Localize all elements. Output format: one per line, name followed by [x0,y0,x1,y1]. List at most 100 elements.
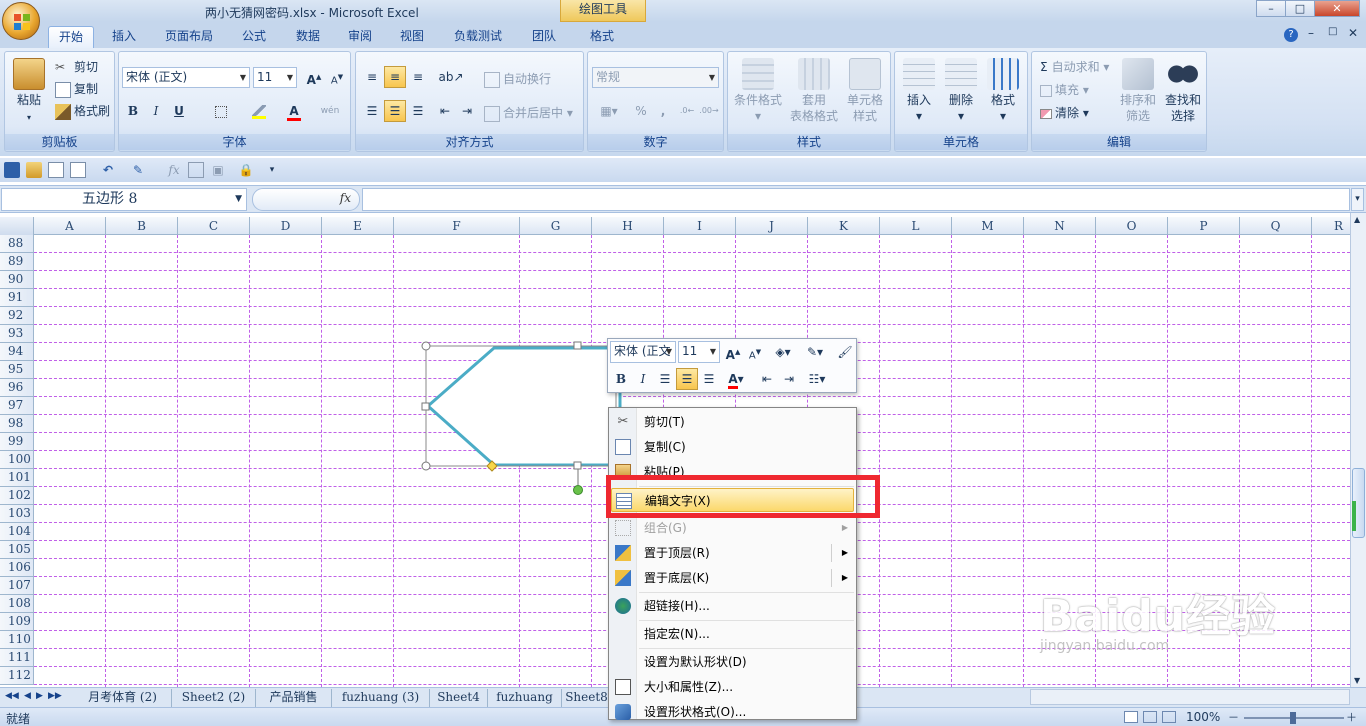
cut-button[interactable]: ✂ 剪切 [55,58,98,76]
tab-team[interactable]: 团队 [524,26,564,48]
print-preview-icon[interactable] [48,162,64,178]
clear-button[interactable]: 清除 ▾ [1040,104,1089,121]
mini-outdent-icon[interactable]: ⇤ [756,368,778,390]
percent-button[interactable]: % [630,100,652,122]
save-icon[interactable] [4,162,20,178]
row-header[interactable]: 105 [0,541,34,559]
office-button[interactable] [2,2,40,40]
open-folder-icon[interactable] [26,162,42,178]
help-icon[interactable]: ? [1284,28,1298,42]
sort-filter-button[interactable]: 排序和 筛选 [1116,58,1160,124]
sheet-tab[interactable]: Sheet8 [562,689,612,707]
resize-handle[interactable] [421,341,431,351]
resize-handle[interactable] [421,402,430,411]
tab-formulas[interactable]: 公式 [232,26,276,48]
normal-view-icon[interactable] [1124,711,1138,723]
align-right-button[interactable]: ☰ [407,100,429,122]
orientation-button[interactable]: ab↗ [436,66,466,88]
row-header[interactable]: 111 [0,649,34,667]
comma-button[interactable]: , [652,100,674,122]
resize-handle[interactable] [573,461,582,470]
zoom-level[interactable]: 100% [1186,710,1220,724]
sheet-tab[interactable]: fuzhuang (3) [332,689,430,707]
minimize-button[interactable]: – [1256,0,1286,17]
first-sheet-icon[interactable]: ◀◀ [5,691,19,701]
find-select-button[interactable]: 查找和 选择 [1160,58,1206,124]
prev-sheet-icon[interactable]: ◀ [24,691,31,701]
mini-align-center-icon[interactable]: ☰ [676,368,698,390]
format-painter-button[interactable]: 格式刷 [55,102,110,120]
mini-font-select[interactable]: 宋体 (正文 ▼ [610,341,676,363]
column-header[interactable]: O [1096,217,1168,235]
sheet-tab[interactable]: fuzhuang [488,689,562,707]
tab-load-test[interactable]: 负载测试 [444,26,512,48]
resize-handle[interactable] [421,461,431,471]
mini-format-painter-icon[interactable]: 🖌 [834,341,856,363]
column-header[interactable]: N [1024,217,1096,235]
increase-decimal-button[interactable]: .0← [676,100,698,122]
row-header[interactable]: 103 [0,505,34,523]
vertical-scrollbar[interactable]: ▲ ▼ [1350,213,1366,687]
row-header[interactable]: 106 [0,559,34,577]
menu-item-bring-to-front[interactable]: 置于顶层(R) ▶ [611,541,854,565]
mini-font-color-button[interactable]: A▾ [721,368,751,390]
function-icon[interactable]: fx [166,162,182,178]
mini-fill-icon[interactable]: ◈▾ [768,341,798,363]
ribbon-restore-button[interactable]: □ [1328,26,1337,37]
font-name-select[interactable]: 宋体 (正文) ▼ [122,67,250,88]
sheet-tab[interactable]: 月考体育 (2) [74,689,172,707]
column-header[interactable]: G [520,217,592,235]
format-as-table-button[interactable]: 套用 表格格式 [786,58,842,124]
sheet-tab[interactable]: Sheet4 [430,689,488,707]
row-header[interactable]: 104 [0,523,34,541]
page-layout-view-icon[interactable] [1143,711,1157,723]
column-header[interactable]: A [34,217,106,235]
expand-formula-bar-icon[interactable]: ▾ [1351,188,1364,211]
number-format-select[interactable]: 常规 ▼ [592,67,719,88]
menu-item-send-to-back[interactable]: 置于底层(K) ▶ [611,566,854,590]
row-header[interactable]: 98 [0,415,34,433]
column-header[interactable]: C [178,217,250,235]
undo-icon[interactable]: ↶ [100,162,116,178]
scroll-up-icon[interactable]: ▲ [1354,215,1360,224]
mini-align-right-icon[interactable]: ☰ [698,368,720,390]
format-cells-button[interactable]: 格式 ▾ [983,58,1023,124]
fill-button[interactable]: 填充 ▾ [1040,81,1089,98]
sheet-tab[interactable]: Sheet2 (2) [172,689,256,707]
close-button[interactable]: ✕ [1314,0,1360,17]
align-top-button[interactable]: ≡ [361,66,383,88]
tab-data[interactable]: 数据 [286,26,330,48]
underline-button[interactable]: U [168,100,190,122]
menu-item-macro[interactable]: 指定宏(N)... [611,622,854,646]
tab-page-layout[interactable]: 页面布局 [156,26,222,48]
mini-italic-button[interactable]: I [632,368,654,390]
merge-center-button[interactable]: 合并后居中 ▾ [484,104,573,122]
ribbon-close-button[interactable]: ✕ [1348,26,1358,40]
align-bottom-button[interactable]: ≡ [407,66,429,88]
row-header[interactable]: 99 [0,433,34,451]
print-icon[interactable] [70,162,86,178]
camera-icon[interactable]: ▣ [210,162,226,178]
row-header[interactable]: 94 [0,343,34,361]
delete-cells-button[interactable]: 删除 ▾ [941,58,981,124]
select-all-corner[interactable] [0,217,34,235]
mini-size-select[interactable]: 11 ▼ [678,341,720,363]
phonetic-button[interactable]: wén [315,100,345,122]
row-header[interactable]: 100 [0,451,34,469]
sheet-tab[interactable]: 产品销售 [256,689,332,707]
column-header[interactable]: B [106,217,178,235]
menu-item-group[interactable]: 组合(G) ▶ [611,516,854,540]
resize-handle[interactable] [573,341,582,350]
paste-button[interactable]: 粘贴 ▾ [9,58,49,126]
tab-insert[interactable]: 插入 [104,26,144,48]
italic-button[interactable]: I [145,100,167,122]
mini-grow-font-icon[interactable]: A▲ [722,341,744,363]
insert-function-button[interactable]: fx [340,191,351,205]
menu-item-default-shape[interactable]: 设置为默认形状(D) [611,650,854,674]
column-header[interactable]: L [880,217,952,235]
last-sheet-icon[interactable]: ▶▶ [48,691,62,701]
font-color-button[interactable]: A [279,100,309,122]
row-header[interactable]: 112 [0,667,34,685]
next-sheet-icon[interactable]: ▶ [36,691,43,701]
mini-line-color-icon[interactable]: ✎▾ [800,341,830,363]
